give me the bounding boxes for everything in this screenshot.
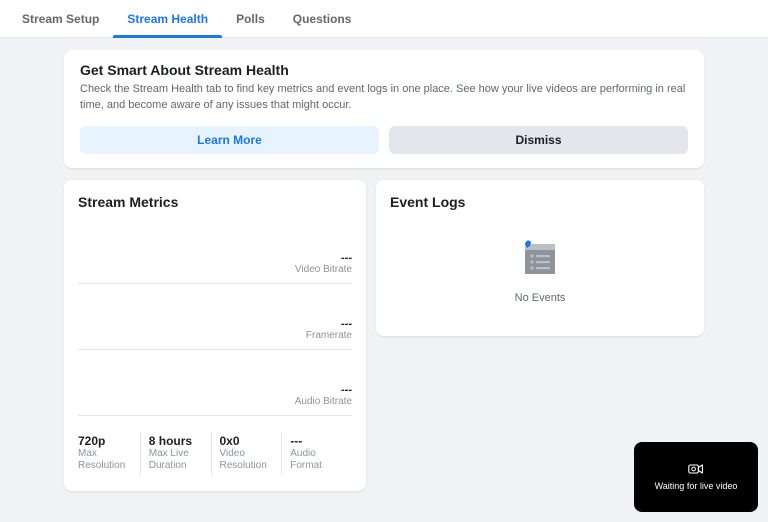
tab-stream-health[interactable]: Stream Health: [113, 0, 222, 37]
metric-label: Framerate: [306, 330, 352, 341]
learn-more-button[interactable]: Learn More: [80, 126, 379, 154]
video-camera-icon: [688, 463, 704, 475]
event-logs-card: Event Logs No Events: [376, 180, 704, 336]
no-events-text: No Events: [515, 292, 566, 304]
metric-audio-bitrate-row: --- Audio Bitrate: [78, 350, 352, 416]
stat-value: 0x0: [220, 434, 274, 448]
stream-metrics-title: Stream Metrics: [78, 194, 352, 210]
banner-text: Check the Stream Health tab to find key …: [80, 82, 688, 114]
log-list-icon: [517, 238, 563, 278]
stat-max-resolution: 720p Max Resolution: [78, 432, 141, 475]
stat-value: ---: [290, 434, 344, 448]
stat-max-live-duration: 8 hours Max Live Duration: [141, 432, 212, 475]
page-body: Get Smart About Stream Health Check the …: [0, 38, 768, 522]
dismiss-button[interactable]: Dismiss: [389, 126, 688, 154]
stat-value: 720p: [78, 434, 132, 448]
live-preview-tile[interactable]: Waiting for live video: [634, 442, 758, 512]
stat-video-resolution: 0x0 Video Resolution: [212, 432, 283, 475]
stats-row: 720p Max Resolution 8 hours Max Live Dur…: [78, 432, 352, 475]
stream-metrics-card: Stream Metrics --- Video Bitrate --- Fra…: [64, 180, 366, 491]
stat-label: Max Resolution: [78, 448, 132, 473]
metric-value: ---: [295, 384, 352, 396]
tab-bar: Stream Setup Stream Health Polls Questio…: [0, 0, 768, 38]
metric-video-bitrate-row: --- Video Bitrate: [78, 218, 352, 284]
metric-value: ---: [306, 318, 352, 330]
stat-audio-format: --- Audio Format: [282, 432, 352, 475]
event-logs-title: Event Logs: [390, 194, 690, 210]
banner-title: Get Smart About Stream Health: [80, 62, 688, 78]
tab-polls[interactable]: Polls: [222, 0, 279, 37]
metric-value: ---: [295, 252, 352, 264]
stat-label: Video Resolution: [220, 448, 274, 473]
stat-value: 8 hours: [149, 434, 203, 448]
metric-label: Audio Bitrate: [295, 396, 352, 407]
preview-status-text: Waiting for live video: [655, 481, 738, 491]
metric-label: Video Bitrate: [295, 264, 352, 275]
tab-stream-setup[interactable]: Stream Setup: [8, 0, 113, 37]
banner-card: Get Smart About Stream Health Check the …: [64, 50, 704, 168]
tab-questions[interactable]: Questions: [279, 0, 366, 37]
stat-label: Audio Format: [290, 448, 344, 473]
metric-framerate-row: --- Framerate: [78, 284, 352, 350]
stat-label: Max Live Duration: [149, 448, 203, 473]
